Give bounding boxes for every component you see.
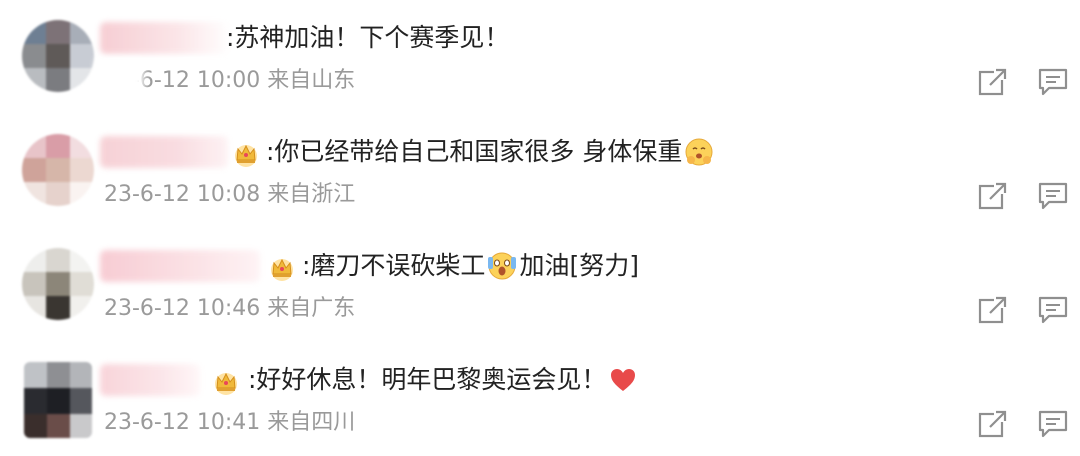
username-obscured[interactable] [100,22,230,54]
comment-icon [1038,68,1068,96]
comment-text: :你已经带给自己和国家很多 身体保重 [266,134,716,170]
username-obscured[interactable] [100,136,228,168]
crown-badge-icon [212,368,240,396]
comment-meta: 23-6-12 10:08 来自浙江 [104,180,355,210]
comment-text-content: 加油[努力] [519,251,639,280]
comment-text-content: :好好休息！明年巴黎奥运会见！ [248,365,607,394]
screaming-face-emoji [488,252,517,280]
share-button[interactable] [977,294,1009,326]
comment-icon [1038,182,1068,210]
comment-time: 23-6-12 10:41 [104,410,261,435]
reply-button[interactable] [1037,66,1069,98]
share-icon [978,410,1007,438]
comment-time: 23-6-12 10:46 [104,296,261,321]
reply-button[interactable] [1037,294,1069,326]
comment-list: :苏神加油！下个赛季见！ 23-6-12 10:00 来自山东:你已经带给自己… [0,0,1080,456]
comment-text-content: :磨刀不误砍柴工 [302,251,486,280]
share-button[interactable] [977,66,1009,98]
hug-face-emoji [685,138,713,166]
avatar[interactable] [22,134,94,206]
comment-icon [1038,410,1068,438]
blur-mask [96,60,144,96]
comment-meta: 23-6-12 10:41 来自四川 [104,408,355,438]
red-heart-emoji [611,369,636,391]
avatar[interactable] [22,248,94,320]
share-icon [978,68,1007,96]
username-obscured[interactable] [100,250,260,282]
comment-time: 23-6-12 10:08 [104,182,261,207]
avatar[interactable] [24,362,92,438]
comment-location: 来自广东 [267,296,356,321]
share-icon [978,182,1007,210]
comment-text: :好好休息！明年巴黎奥运会见！ [248,362,640,398]
crown-badge-icon [232,140,260,168]
username-obscured[interactable] [100,364,200,396]
comment-location: 来自山东 [267,68,356,93]
comment-item: :好好休息！明年巴黎奥运会见！ 23-6-12 10:41 来自四川 [0,342,1080,456]
comment-location: 来自四川 [267,410,356,435]
crown-badge-icon [268,254,296,282]
comment-item: :你已经带给自己和国家很多 身体保重 23-6-12 10:08 来自浙江 [0,114,1080,228]
comment-location: 来自浙江 [267,182,356,207]
comment-text: :磨刀不误砍柴工 加油[努力] [302,248,639,284]
share-icon [978,296,1007,324]
reply-button[interactable] [1037,408,1069,440]
comment-icon [1038,296,1068,324]
comment-meta: 23-6-12 10:46 来自广东 [104,294,355,324]
comment-text-content: :苏神加油！下个赛季见！ [226,23,510,52]
share-button[interactable] [977,408,1009,440]
reply-button[interactable] [1037,180,1069,212]
comment-item: :苏神加油！下个赛季见！ 23-6-12 10:00 来自山东 [0,0,1080,114]
avatar[interactable] [22,20,94,92]
comment-text: :苏神加油！下个赛季见！ [226,20,509,56]
comment-text-content: :你已经带给自己和国家很多 身体保重 [266,137,683,166]
share-button[interactable] [977,180,1009,212]
comment-item: :磨刀不误砍柴工 加油[努力] 23-6-12 10:46 来自广东 [0,228,1080,342]
